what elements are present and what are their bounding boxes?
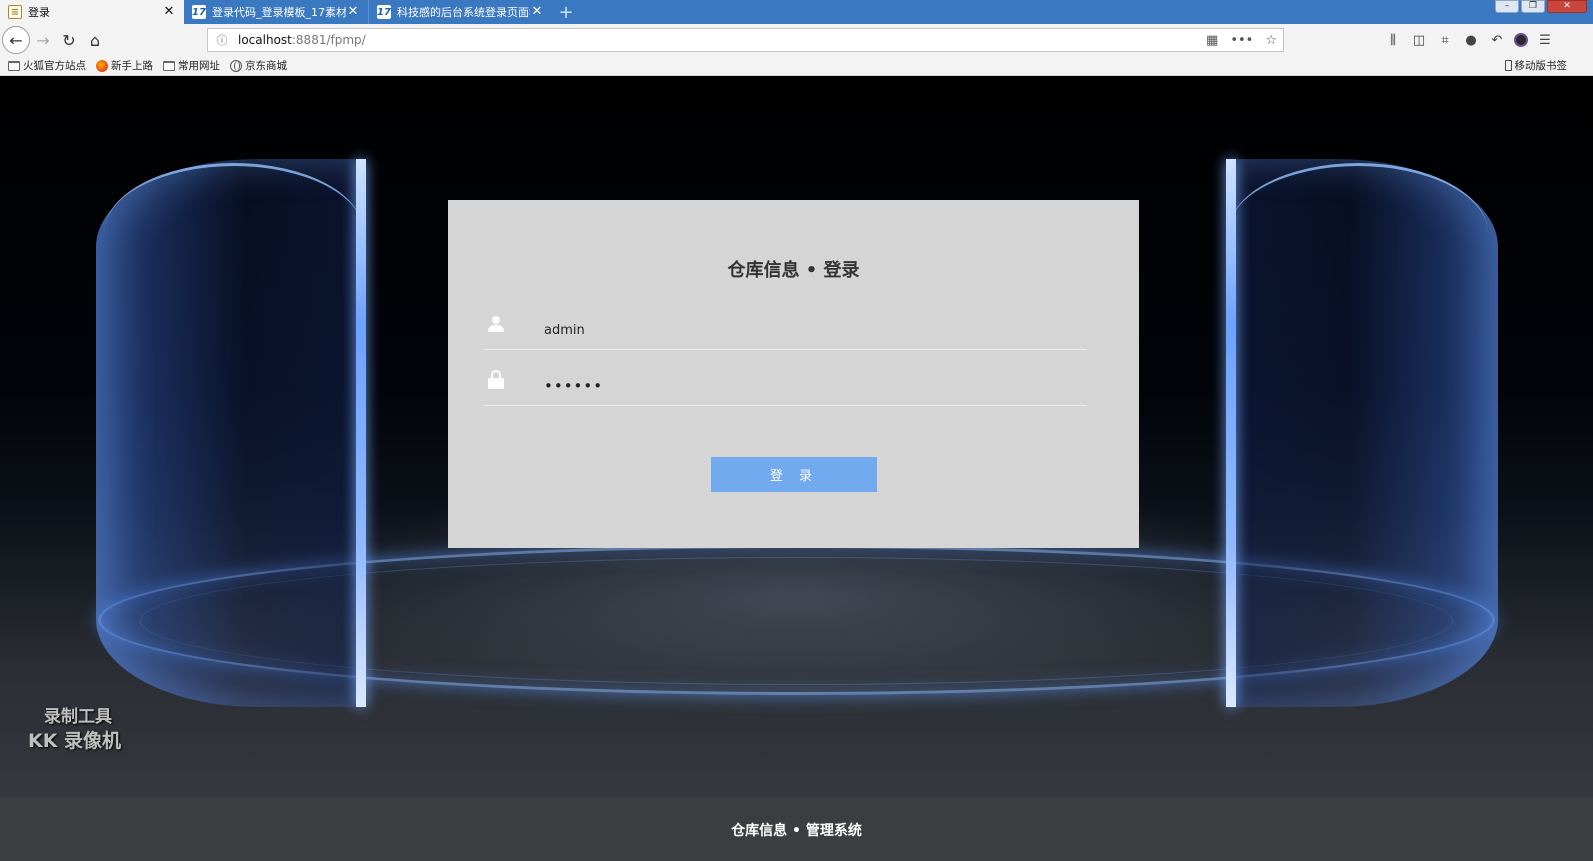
back-arrow-icon[interactable]: ← <box>2 26 30 54</box>
globe-icon <box>230 59 242 72</box>
browser-window: ≡ 登录 ✕ 17 登录代码_登录模板_17素材网 ✕ 17 科技感的后台系统登… <box>0 0 1593 861</box>
navigation-bar: ← → ↻ ⌂ ⓘ localhost:8881/fpmp/ ▦ ••• ☆ ⫼… <box>0 24 1593 56</box>
bookmark-getting-started[interactable]: 新手上路 <box>96 58 153 73</box>
footer-text: 仓库信息 • 管理系统 <box>731 822 862 839</box>
tab-title: 登录代码_登录模板_17素材网 <box>212 6 346 19</box>
tab-title: 科技感的后台系统登录页面模板 <box>397 6 530 19</box>
bookmark-firefox-official[interactable]: 火狐官方站点 <box>8 58 86 73</box>
username-input[interactable] <box>544 318 1064 342</box>
lock-icon <box>488 370 504 390</box>
forward-arrow-icon[interactable]: → <box>30 27 56 53</box>
minimize-icon[interactable]: – <box>1495 0 1519 13</box>
bookmark-common-sites[interactable]: 常用网址 <box>163 58 220 73</box>
toolbar-icons: ⫼ ◫ ⌗ ● ↶ ☰ <box>1384 28 1554 52</box>
bookmarks-bar: 火狐官方站点 新手上路 常用网址 京东商城 移动版书签 <box>0 56 1593 76</box>
bookmark-star-icon[interactable]: ☆ <box>1265 33 1277 48</box>
site-17-favicon-icon: 17 <box>377 5 391 19</box>
login-button[interactable]: 登 录 <box>711 457 877 492</box>
sidebar-icon[interactable]: ◫ <box>1410 31 1428 49</box>
mobile-bookmarks[interactable]: 移动版书签 <box>1504 58 1567 73</box>
page-favicon-icon: ≡ <box>8 5 22 19</box>
page-viewport: 录制工具 KK 录像机 仓库信息 • 登录 登 录 仓库信息 • 管理系统 <box>0 77 1593 861</box>
tab-close-icon[interactable]: ✕ <box>346 5 360 19</box>
tab-close-icon[interactable]: ✕ <box>162 5 176 19</box>
tab-17sucai[interactable]: 17 登录代码_登录模板_17素材网 ✕ <box>184 0 368 24</box>
glass-panel-right-edge <box>1226 159 1236 707</box>
account-avatar-icon[interactable] <box>1514 33 1528 47</box>
window-close-icon[interactable]: ✕ <box>1547 0 1587 13</box>
bookmark-jd-mall[interactable]: 京东商城 <box>230 58 287 73</box>
screenshot-crop-icon[interactable]: ⌗ <box>1436 31 1454 49</box>
firefox-icon <box>96 59 108 72</box>
page-footer: 仓库信息 • 管理系统 <box>0 798 1593 861</box>
qr-code-icon[interactable]: ▦ <box>1206 33 1218 48</box>
password-input[interactable] <box>544 374 1064 398</box>
tab-close-icon[interactable]: ✕ <box>530 5 544 19</box>
login-title: 仓库信息 • 登录 <box>727 260 860 281</box>
glass-panel-right <box>1228 159 1498 707</box>
tab-login[interactable]: ≡ 登录 ✕ <box>0 0 184 24</box>
site-17-favicon-icon: 17 <box>192 5 206 19</box>
window-controls: – ❐ ✕ <box>1495 0 1593 24</box>
hamburger-menu-icon[interactable]: ☰ <box>1536 31 1554 49</box>
url-text[interactable]: localhost:8881/fpmp/ <box>238 33 366 47</box>
reload-icon[interactable]: ↻ <box>56 27 82 53</box>
address-bar[interactable]: ⓘ localhost:8881/fpmp/ ▦ ••• ☆ <box>207 28 1284 52</box>
site-info-icon[interactable]: ⓘ <box>214 32 230 48</box>
tab-template[interactable]: 17 科技感的后台系统登录页面模板 ✕ <box>368 0 552 24</box>
recorder-watermark: 录制工具 KK 录像机 <box>28 707 122 752</box>
chat-bubble-icon[interactable]: ● <box>1462 31 1480 49</box>
home-icon[interactable]: ⌂ <box>82 27 108 53</box>
restore-icon[interactable]: ❐ <box>1521 0 1545 13</box>
tab-strip: ≡ 登录 ✕ 17 登录代码_登录模板_17素材网 ✕ 17 科技感的后台系统登… <box>0 0 1593 24</box>
mobile-phone-icon <box>1504 60 1512 71</box>
undo-arrow-icon[interactable]: ↶ <box>1488 31 1506 49</box>
tab-title: 登录 <box>28 6 50 19</box>
page-actions-menu-icon[interactable]: ••• <box>1230 33 1253 48</box>
user-icon <box>488 314 504 334</box>
folder-icon <box>163 60 175 71</box>
library-icon[interactable]: ⫼ <box>1384 31 1402 49</box>
new-tab-plus-icon[interactable]: + <box>552 0 580 24</box>
password-field <box>484 362 1086 406</box>
glass-panel-left-edge <box>356 159 366 707</box>
folder-icon <box>8 60 20 71</box>
username-field <box>484 306 1086 350</box>
login-panel: 仓库信息 • 登录 登 录 <box>448 200 1139 548</box>
glass-panel-left <box>96 159 366 707</box>
